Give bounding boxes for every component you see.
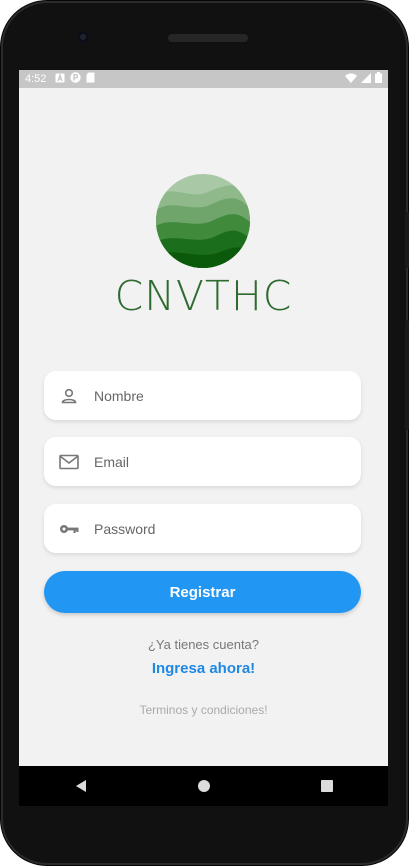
mail-icon	[58, 451, 80, 473]
battery-icon	[375, 72, 382, 86]
earpiece-speaker	[168, 34, 248, 42]
brand-name: CNVTHC	[114, 272, 293, 320]
email-field[interactable]	[44, 437, 361, 486]
sd-card-icon	[86, 72, 95, 86]
name-input[interactable]	[92, 386, 346, 405]
notification-p-icon	[70, 72, 82, 86]
notification-a-icon	[55, 72, 65, 86]
recents-icon[interactable]	[307, 766, 347, 806]
terms-link[interactable]: Terminos y condiciones!	[19, 703, 388, 717]
wifi-icon	[345, 73, 357, 86]
volume-button	[405, 212, 409, 268]
password-input[interactable]	[92, 519, 346, 538]
system-nav-bar	[19, 766, 388, 806]
key-icon	[58, 518, 80, 540]
app-screen: 4:52 CNVTHC Nombre Email Registrar ¿Ya t…	[19, 70, 388, 806]
signal-icon	[361, 72, 371, 86]
home-icon[interactable]	[184, 766, 224, 806]
power-button	[405, 320, 409, 430]
brand-logo-icon	[156, 174, 250, 268]
status-time: 4:52	[25, 73, 47, 85]
account-question: ¿Ya tienes cuenta?	[147, 637, 260, 652]
login-link[interactable]: Ingresa ahora!	[19, 660, 388, 677]
back-icon[interactable]	[61, 766, 101, 806]
person-icon	[58, 385, 80, 407]
status-bar: 4:52	[19, 70, 388, 88]
front-camera	[77, 31, 89, 43]
register-button[interactable]: Registrar	[44, 571, 361, 613]
name-field[interactable]	[44, 371, 361, 420]
password-field[interactable]	[44, 504, 361, 553]
email-input[interactable]	[92, 452, 346, 471]
